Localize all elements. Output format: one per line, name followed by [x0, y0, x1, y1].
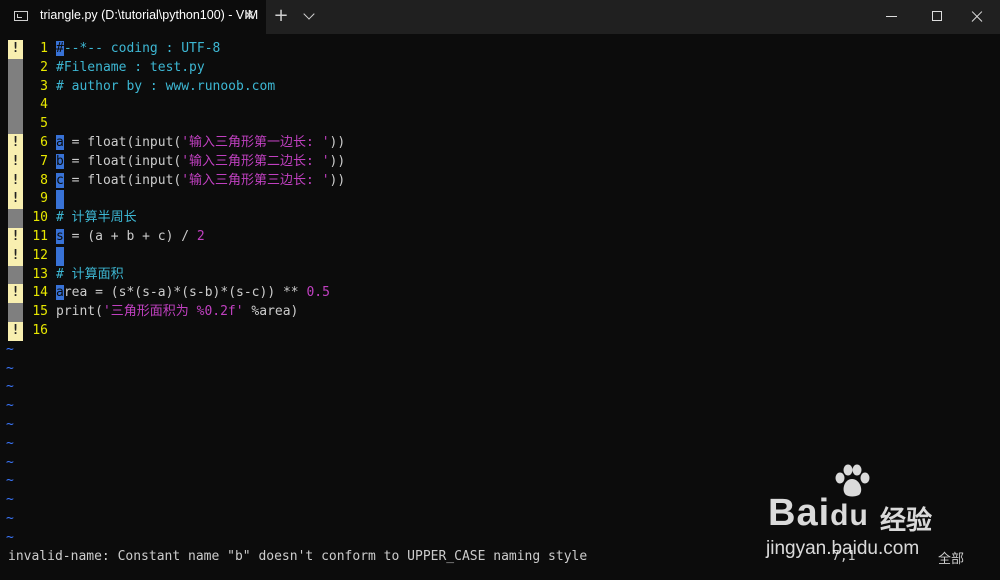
empty-line: ~: [0, 397, 1000, 416]
line-number: 16: [32, 322, 48, 338]
empty-line: ~: [0, 341, 1000, 360]
code-line[interactable]: ! 1 #--*-- coding : UTF-8: [0, 40, 1000, 59]
tilde-marker: ~: [6, 492, 14, 508]
minimize-button[interactable]: [869, 0, 915, 34]
code-line[interactable]: ! 8 c = float(input('输入三角形第三边长: ')): [0, 171, 1000, 191]
sign-column: [8, 303, 23, 322]
code-line[interactable]: ! 7 b = float(input('输入三角形第二边长: ')): [0, 152, 1000, 172]
code-line[interactable]: ! 11 s = (a + b + c) / 2: [0, 227, 1000, 247]
code-line[interactable]: 15 print('三角形面积为 %0.2f' %area): [0, 303, 1000, 322]
code-lines: ! 1 #--*-- coding : UTF-8 2 #Filename : test…: [0, 40, 1000, 341]
line-number: 8: [40, 172, 48, 188]
line-number: 12: [32, 247, 48, 263]
tilde-marker: ~: [6, 379, 14, 395]
warning-sign: !: [8, 171, 23, 191]
line-text: #--*-- coding : UTF-8: [56, 41, 221, 56]
sign-column: [8, 77, 23, 97]
line-number: 13: [32, 266, 48, 282]
close-window-button[interactable]: [954, 0, 1000, 34]
status-message: invalid-name: Constant name "b" doesn't …: [8, 549, 588, 564]
warning-sign: !: [8, 284, 23, 304]
line-text: #Filename : test.py: [56, 59, 205, 75]
sign-column: [8, 265, 23, 285]
code-line[interactable]: 2 #Filename : test.py: [0, 58, 1000, 78]
line-number: 1: [40, 41, 48, 56]
line-text: a = float(input('输入三角形第一边长: ')): [56, 134, 346, 150]
line-number: 15: [32, 304, 48, 320]
warning-sign: !: [8, 133, 23, 153]
tilde-marker: ~: [6, 529, 14, 545]
line-number: 10: [32, 210, 48, 226]
title-bar: triangle.py (D:\tutorial\python100) - VI…: [0, 0, 1000, 34]
tilde-marker: ~: [6, 435, 14, 451]
sign-column: [8, 58, 23, 78]
tilde-marker: ~: [6, 398, 14, 414]
empty-line: ~: [0, 378, 1000, 397]
code-line[interactable]: 10 # 计算半周长: [0, 209, 1000, 228]
empty-line: ~: [0, 416, 1000, 435]
line-number: 7: [40, 153, 48, 169]
warning-sign: !: [8, 152, 23, 172]
code-line[interactable]: ! 12: [0, 246, 1000, 266]
warning-sign: !: [8, 321, 23, 341]
line-text: s = (a + b + c) / 2: [56, 228, 205, 244]
line-text: # 计算半周长: [56, 210, 137, 226]
warning-sign: !: [8, 227, 23, 247]
tilde-marker: ~: [6, 454, 14, 470]
code-line[interactable]: ! 9: [0, 190, 1000, 210]
line-text: [56, 246, 64, 266]
close-tab-button[interactable]: ✕: [240, 7, 258, 25]
line-number: 6: [40, 134, 48, 150]
sign-column: [8, 115, 23, 134]
line-number: 14: [32, 285, 48, 301]
code-line[interactable]: ! 16: [0, 321, 1000, 341]
tilde-marker: ~: [6, 416, 14, 432]
line-text: c = float(input('输入三角形第三边长: ')): [56, 172, 346, 188]
line-text: # author by : www.runoob.com: [56, 78, 276, 94]
baidu-watermark: Baidu 经验 jingyan.baidu.com: [760, 464, 960, 560]
line-text: [56, 190, 64, 210]
code-line[interactable]: 4: [0, 96, 1000, 116]
line-number: 2: [40, 59, 48, 75]
line-number: 5: [40, 116, 48, 132]
code-line[interactable]: 3 # author by : www.runoob.com: [0, 77, 1000, 97]
line-text: print('三角形面积为 %0.2f' %area): [56, 304, 299, 320]
code-line[interactable]: 5: [0, 115, 1000, 134]
warning-sign: !: [8, 40, 23, 59]
sign-column: [8, 209, 23, 228]
warning-sign: !: [8, 246, 23, 266]
tilde-marker: ~: [6, 341, 14, 357]
tilde-marker: ~: [6, 510, 14, 526]
line-text: area = (s*(s-a)*(s-b)*(s-c)) ** 0.5: [56, 285, 330, 301]
line-number: 4: [40, 97, 48, 113]
tilde-marker: ~: [6, 473, 14, 489]
line-number: 3: [40, 78, 48, 94]
line-text: # 计算面积: [56, 266, 124, 282]
watermark-url: jingyan.baidu.com: [766, 538, 920, 559]
code-line[interactable]: ! 6 a = float(input('输入三角形第一边长: ')): [0, 133, 1000, 153]
warning-sign: !: [8, 190, 23, 210]
line-text: b = float(input('输入三角形第二边长: ')): [56, 153, 346, 169]
sign-column: [8, 96, 23, 116]
empty-line: ~: [0, 360, 1000, 379]
terminal-icon: [14, 11, 28, 21]
tilde-marker: ~: [6, 360, 14, 376]
code-line[interactable]: ! 14 area = (s*(s-a)*(s-b)*(s-c)) ** 0.5: [0, 284, 1000, 304]
watermark-brand: Baidu: [768, 492, 869, 534]
tab-title: triangle.py (D:\tutorial\python100) - VI…: [40, 8, 259, 22]
new-tab-button[interactable]: +: [272, 7, 290, 25]
empty-line: ~: [0, 435, 1000, 454]
line-number: 9: [40, 191, 48, 207]
tab-active[interactable]: triangle.py (D:\tutorial\python100) - VI…: [0, 0, 266, 34]
watermark-cn: 经验: [880, 506, 933, 536]
code-line[interactable]: 13 # 计算面积: [0, 265, 1000, 285]
chevron-down-icon[interactable]: [301, 7, 319, 25]
line-number: 11: [32, 228, 48, 244]
